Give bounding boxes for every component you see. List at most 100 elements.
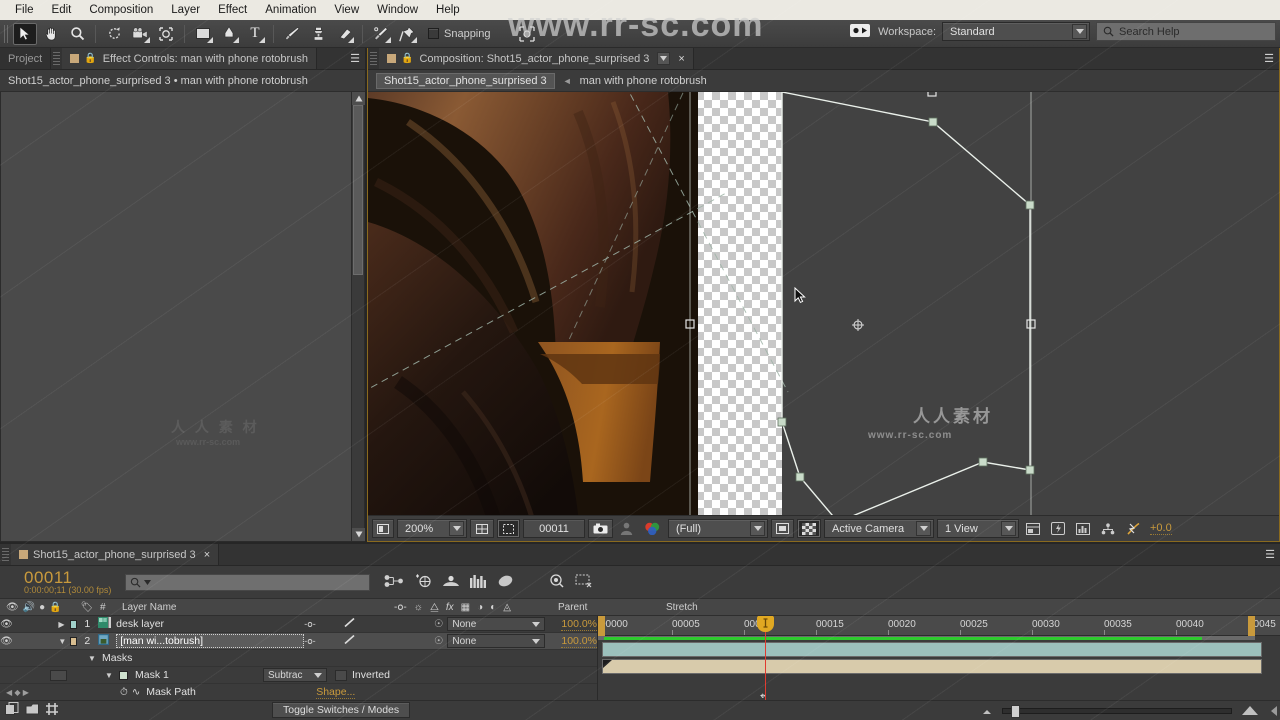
show-snapshot-icon[interactable] xyxy=(616,519,637,538)
mask-mode-dropdown[interactable]: Subtrac xyxy=(263,668,327,682)
histogram-icon[interactable] xyxy=(1072,519,1094,538)
magnification-dropdown[interactable]: 200% xyxy=(397,519,467,538)
tab-timeline-comp[interactable]: Shot15_actor_phone_surprised 3 × xyxy=(11,544,220,565)
effect-controls-scrollbar[interactable] xyxy=(351,92,365,541)
parent-pickwhip-icon[interactable]: ☉ xyxy=(434,618,443,630)
mask-color-chip[interactable] xyxy=(119,670,128,680)
menu-item-composition[interactable]: Composition xyxy=(80,0,162,20)
table-row[interactable]: 👁 ▶ 1 desk layer -օ- ☉ None 100.0% xyxy=(0,616,598,633)
resolution-dropdown[interactable]: (Full) xyxy=(668,519,768,538)
always-preview-icon[interactable] xyxy=(372,519,394,538)
composition-viewer[interactable]: 人人素材 www.rr-sc.com 人 人 素 材 xyxy=(368,92,1279,515)
menu-item-window[interactable]: Window xyxy=(368,0,427,20)
fast-preview-icon[interactable] xyxy=(1047,519,1069,538)
timecode-display[interactable]: 00011 0:00:00;11 (30.00 fps) xyxy=(0,569,125,595)
tab-composition[interactable]: 🔒 Composition: Shot15_actor_phone_surpri… xyxy=(379,48,694,69)
lock-icon[interactable]: 🔒 xyxy=(401,53,413,64)
collapse-arrow-icon[interactable]: ▼ xyxy=(105,671,119,680)
mask-group-row[interactable]: ▼ Masks xyxy=(0,650,597,667)
collapse-arrow-icon[interactable]: ▼ xyxy=(58,637,69,646)
mask-path-stopwatch-icon[interactable]: ⏱ xyxy=(120,687,128,698)
mask-lock-checkbox[interactable] xyxy=(50,669,67,681)
parent-dropdown[interactable]: None xyxy=(447,617,546,631)
mask-inverted-checkbox[interactable] xyxy=(335,669,347,681)
timeline-panel-menu-icon[interactable]: ☰ xyxy=(1260,544,1280,565)
expand-arrow-icon[interactable]: ▶ xyxy=(58,620,69,629)
layer-name[interactable]: desk layer xyxy=(116,618,304,630)
toggle-switches-modes-button[interactable]: Toggle Switches / Modes xyxy=(272,702,411,718)
playhead-marker[interactable] xyxy=(757,616,774,632)
tab-project[interactable]: Project xyxy=(0,48,52,69)
keyframe-nav[interactable]: ◀ ◆ ▶ xyxy=(0,688,30,697)
quality-switch[interactable] xyxy=(343,617,359,631)
quality-switch[interactable] xyxy=(343,634,359,648)
renderer-icon[interactable] xyxy=(1097,519,1119,538)
timeline-zoom-control[interactable] xyxy=(980,704,1280,718)
panel-grip[interactable] xyxy=(53,52,61,65)
timeline-graph[interactable]: 00000 00005 00010 00015 00020 00025 0003… xyxy=(598,616,1280,700)
selection-tool[interactable] xyxy=(13,22,37,45)
zoom-tool[interactable] xyxy=(65,23,89,45)
search-help-field[interactable]: Search Help xyxy=(1096,22,1276,41)
scroll-down-arrow[interactable] xyxy=(352,528,365,541)
menu-item-help[interactable]: Help xyxy=(427,0,469,20)
free-transform-tool[interactable] xyxy=(515,23,539,45)
workspace-icon[interactable] xyxy=(850,23,872,41)
lock-icon[interactable]: 🔒 xyxy=(84,53,96,64)
parent-dropdown[interactable]: None xyxy=(447,634,546,648)
hand-tool[interactable] xyxy=(39,23,63,45)
shape-tool[interactable] xyxy=(191,23,215,45)
text-tool[interactable]: T xyxy=(243,23,267,45)
snapshot-toggle-icon[interactable] xyxy=(548,573,565,591)
menu-item-effect[interactable]: Effect xyxy=(209,0,256,20)
camera-tool[interactable] xyxy=(128,23,152,45)
table-row[interactable]: 👁 ▼ 2 [man wi...tobrush] -օ- ☉ None 100.… xyxy=(0,633,597,650)
layer-bar-man[interactable] xyxy=(602,659,1262,674)
layer-color-chip[interactable] xyxy=(69,636,78,646)
camera-view-dropdown[interactable]: Active Camera xyxy=(824,519,934,538)
layer-name-editing[interactable]: [man wi...tobrush] xyxy=(116,634,305,648)
pen-tool[interactable] xyxy=(217,23,241,45)
collapse-arrow-icon[interactable]: ▼ xyxy=(88,654,102,663)
comp-tab-menu-icon[interactable] xyxy=(657,52,671,65)
menu-item-edit[interactable]: Edit xyxy=(43,0,81,20)
menu-item-view[interactable]: View xyxy=(325,0,368,20)
menu-item-file[interactable]: File xyxy=(6,0,43,20)
close-icon[interactable]: × xyxy=(204,549,210,561)
time-ruler[interactable]: 00000 00005 00010 00015 00020 00025 0003… xyxy=(598,616,1280,636)
brainstorm-icon[interactable] xyxy=(470,574,487,591)
transparency-grid-icon[interactable] xyxy=(797,519,821,538)
parent-pickwhip-icon[interactable]: ☉ xyxy=(434,635,443,647)
show-channel-icon[interactable] xyxy=(640,519,665,538)
exposure-value[interactable]: +0.0 xyxy=(1150,522,1172,535)
comp-renderer-icon[interactable] xyxy=(575,574,593,591)
breadcrumb-layer-label[interactable]: man with phone rotobrush xyxy=(580,75,707,87)
roto-brush-tool[interactable] xyxy=(369,23,393,45)
video-toggle-icon[interactable]: 👁 xyxy=(0,636,13,647)
mask-path-value[interactable]: Shape... xyxy=(316,686,356,699)
comp-switches-icon[interactable] xyxy=(25,702,40,719)
layer-color-chip[interactable] xyxy=(69,619,78,629)
toolbar-grip[interactable] xyxy=(4,24,9,43)
stretch-value[interactable]: 100.0% xyxy=(561,618,598,631)
zoom-slider-thumb[interactable] xyxy=(1011,704,1020,718)
comp-panel-grip[interactable] xyxy=(370,52,377,65)
shy-layers-icon[interactable] xyxy=(384,574,404,591)
pan-behind-tool[interactable] xyxy=(154,23,178,45)
snapping-control[interactable]: Snapping xyxy=(428,28,491,40)
enable-frame-blending-icon[interactable] xyxy=(414,573,432,591)
take-snapshot-icon[interactable] xyxy=(588,519,613,538)
shy-switch[interactable]: -օ- xyxy=(304,636,327,647)
view-layout-dropdown[interactable]: 1 View xyxy=(937,519,1019,538)
timeline-icon[interactable] xyxy=(1022,519,1044,538)
graph-editor-icon[interactable] xyxy=(497,574,514,591)
tab-effect-controls[interactable]: 🔒 Effect Controls: man with phone rotobr… xyxy=(62,48,317,69)
menu-item-layer[interactable]: Layer xyxy=(162,0,209,20)
toggle-mask-icon[interactable] xyxy=(771,519,794,538)
scroll-thumb[interactable] xyxy=(353,105,363,275)
close-icon[interactable]: × xyxy=(678,53,684,65)
panel-menu-icon[interactable]: ☰ xyxy=(345,48,365,69)
breadcrumb-comp-chip[interactable]: Shot15_actor_phone_surprised 3 xyxy=(376,72,555,89)
workspace-dropdown[interactable]: Standard xyxy=(942,22,1090,41)
puppet-pin-tool[interactable] xyxy=(395,23,419,45)
